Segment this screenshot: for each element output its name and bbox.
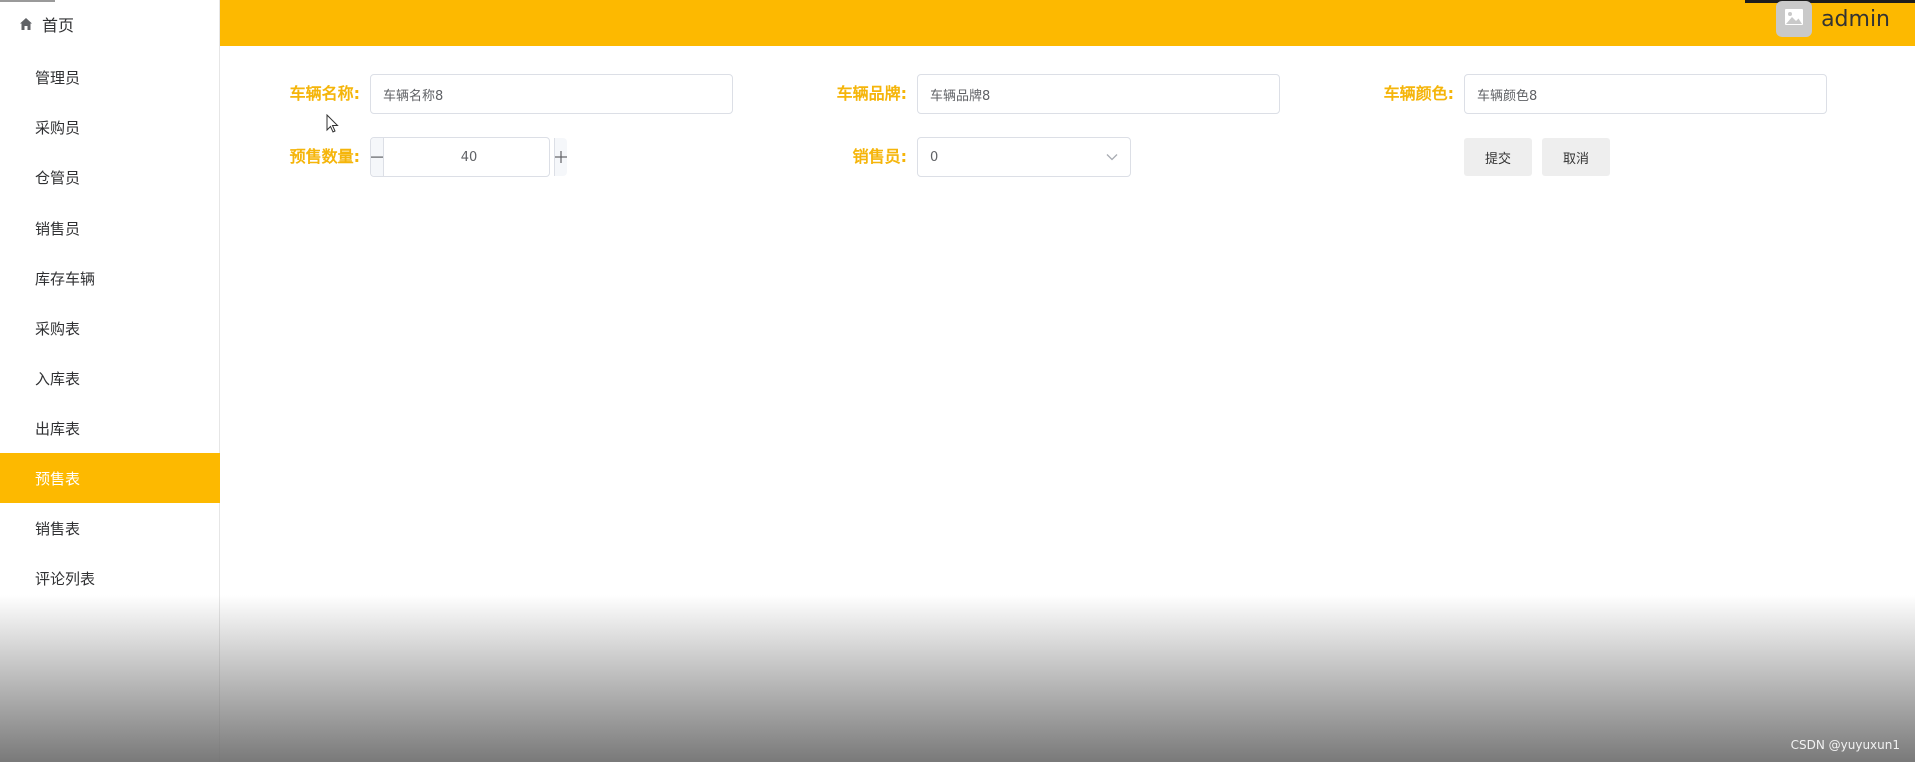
presale-quantity-stepper[interactable] xyxy=(370,137,567,177)
sidebar-item-label: 采购员 xyxy=(35,118,81,137)
presale-quantity-label: 预售数量: xyxy=(289,147,360,166)
decrement-button[interactable] xyxy=(371,138,384,176)
sidebar-item-salesperson[interactable]: 销售员 xyxy=(0,203,219,253)
increment-button[interactable] xyxy=(554,138,567,176)
user-name: admin xyxy=(1821,6,1890,32)
app-window: 首页 管理员 采购员 仓管员 销售员 库存车辆 采购表 入库表 出库表 预售表 … xyxy=(0,0,1915,762)
submit-button[interactable]: 提交 xyxy=(1464,138,1532,176)
salesperson-label: 销售员: xyxy=(852,147,907,166)
avatar[interactable] xyxy=(1776,1,1813,37)
vehicle-color-label: 车辆颜色: xyxy=(1383,84,1454,103)
sidebar-item-sales-table[interactable]: 销售表 xyxy=(0,503,219,553)
sidebar-item-admin[interactable]: 管理员 xyxy=(0,52,219,102)
sidebar-item-label: 销售表 xyxy=(35,519,81,538)
sidebar-item-label: 管理员 xyxy=(35,68,81,87)
sidebar-item-presale-table[interactable]: 预售表 xyxy=(0,453,220,503)
user-menu[interactable]: admin xyxy=(1776,0,1890,38)
vehicle-brand-input[interactable] xyxy=(917,74,1280,114)
watermark: CSDN @yuyuxun1 xyxy=(1790,738,1900,752)
salesperson-select[interactable]: 0 xyxy=(917,137,1131,177)
sidebar-item-outbound-table[interactable]: 出库表 xyxy=(0,403,219,453)
plus-icon xyxy=(555,147,567,168)
sidebar-item-label: 库存车辆 xyxy=(35,269,96,288)
bottom-fade-overlay xyxy=(0,595,1915,762)
salesperson-selected-value: 0 xyxy=(930,149,939,165)
cancel-button[interactable]: 取消 xyxy=(1542,138,1610,176)
sidebar-item-home[interactable]: 首页 xyxy=(0,0,219,48)
mouse-cursor-icon xyxy=(326,113,340,134)
sidebar-item-purchase-table[interactable]: 采购表 xyxy=(0,303,219,353)
sidebar-item-inventory-vehicles[interactable]: 库存车辆 xyxy=(0,253,219,303)
vehicle-color-input[interactable] xyxy=(1464,74,1827,114)
minus-icon xyxy=(371,147,383,168)
chevron-down-icon xyxy=(1106,150,1118,165)
sidebar-item-label: 采购表 xyxy=(35,319,81,338)
sidebar-item-label: 评论列表 xyxy=(35,569,96,588)
sidebar-item-label: 仓管员 xyxy=(35,168,81,187)
presale-quantity-input[interactable] xyxy=(384,138,554,176)
sidebar: 首页 管理员 采购员 仓管员 销售员 库存车辆 采购表 入库表 出库表 预售表 … xyxy=(0,0,220,762)
vehicle-brand-label: 车辆品牌: xyxy=(836,84,907,103)
sidebar-item-inbound-table[interactable]: 入库表 xyxy=(0,353,219,403)
home-icon xyxy=(18,16,34,32)
sidebar-item-purchaser[interactable]: 采购员 xyxy=(0,102,219,152)
sidebar-item-label: 销售员 xyxy=(35,219,81,238)
sidebar-item-label: 预售表 xyxy=(35,469,81,488)
sidebar-item-label: 入库表 xyxy=(35,369,81,388)
sidebar-item-comment-list[interactable]: 评论列表 xyxy=(0,553,219,603)
sidebar-item-label: 首页 xyxy=(42,16,75,35)
image-icon xyxy=(1784,8,1804,30)
sidebar-item-warehouse-keeper[interactable]: 仓管员 xyxy=(0,152,219,202)
vehicle-name-input[interactable] xyxy=(370,74,733,114)
sidebar-item-label: 出库表 xyxy=(35,419,81,438)
top-header: admin xyxy=(220,0,1915,46)
vehicle-name-label: 车辆名称: xyxy=(289,84,360,103)
